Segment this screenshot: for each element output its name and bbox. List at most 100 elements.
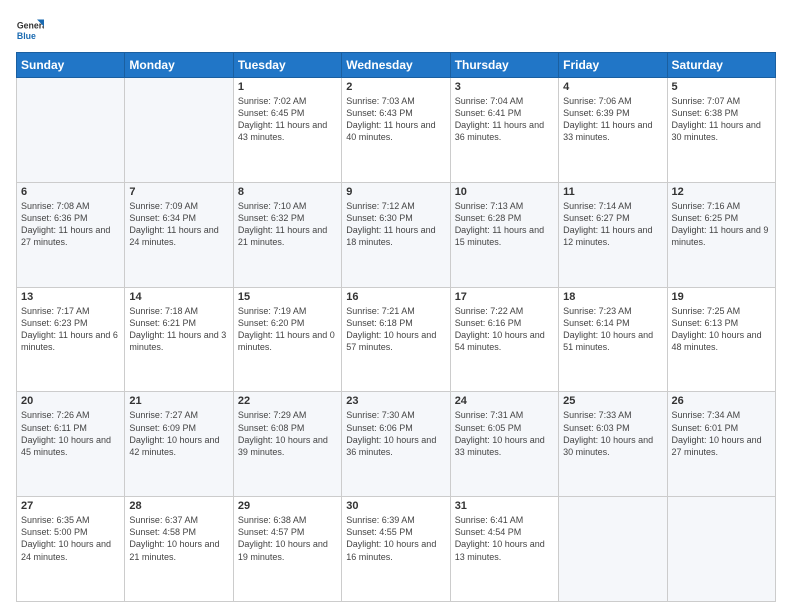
day-number: 29	[238, 500, 337, 512]
day-info: Sunrise: 7:31 AM Sunset: 6:05 PM Dayligh…	[455, 409, 554, 458]
day-info: Sunrise: 7:21 AM Sunset: 6:18 PM Dayligh…	[346, 305, 445, 354]
day-number: 11	[563, 186, 662, 198]
weekday-header-wednesday: Wednesday	[342, 53, 450, 78]
calendar-cell: 5 Sunrise: 7:07 AM Sunset: 6:38 PM Daylig…	[667, 78, 775, 183]
day-number: 10	[455, 186, 554, 198]
calendar-cell: 3 Sunrise: 7:04 AM Sunset: 6:41 PM Daylig…	[450, 78, 558, 183]
week-row-5: 27 Sunrise: 6:35 AM Sunset: 5:00 PM Dayli…	[17, 497, 776, 602]
day-number: 19	[672, 291, 771, 303]
day-info: Sunrise: 7:25 AM Sunset: 6:13 PM Dayligh…	[672, 305, 771, 354]
calendar-cell: 18 Sunrise: 7:23 AM Sunset: 6:14 PM Dayli…	[559, 287, 667, 392]
day-number: 30	[346, 500, 445, 512]
day-number: 6	[21, 186, 120, 198]
day-info: Sunrise: 7:17 AM Sunset: 6:23 PM Dayligh…	[21, 305, 120, 354]
day-number: 15	[238, 291, 337, 303]
day-info: Sunrise: 6:35 AM Sunset: 5:00 PM Dayligh…	[21, 514, 120, 563]
day-number: 1	[238, 81, 337, 93]
calendar-cell: 22 Sunrise: 7:29 AM Sunset: 6:08 PM Dayli…	[233, 392, 341, 497]
calendar-cell	[125, 78, 233, 183]
logo-icon: General Blue	[16, 16, 44, 44]
calendar-cell: 2Sunrise: 7:03 AM Sunset: 6:43 PM Daylig…	[342, 78, 450, 183]
calendar-cell: 15Sunrise: 7:19 AM Sunset: 6:20 PM Dayli…	[233, 287, 341, 392]
day-number: 26	[672, 395, 771, 407]
day-number: 18	[563, 291, 662, 303]
calendar-cell: 8 Sunrise: 7:10 AM Sunset: 6:32 PM Daylig…	[233, 182, 341, 287]
calendar-cell: 14Sunrise: 7:18 AM Sunset: 6:21 PM Dayli…	[125, 287, 233, 392]
calendar-cell: 24Sunrise: 7:31 AM Sunset: 6:05 PM Dayli…	[450, 392, 558, 497]
day-info: Sunrise: 7:26 AM Sunset: 6:11 PM Dayligh…	[21, 409, 120, 458]
weekday-header-thursday: Thursday	[450, 53, 558, 78]
week-row-3: 13Sunrise: 7:17 AM Sunset: 6:23 PM Dayli…	[17, 287, 776, 392]
day-info: Sunrise: 7:02 AM Sunset: 6:45 PM Dayligh…	[238, 95, 337, 144]
calendar-cell: 6Sunrise: 7:08 AM Sunset: 6:36 PM Daylig…	[17, 182, 125, 287]
day-info: Sunrise: 7:27 AM Sunset: 6:09 PM Dayligh…	[129, 409, 228, 458]
day-info: Sunrise: 6:39 AM Sunset: 4:55 PM Dayligh…	[346, 514, 445, 563]
calendar-cell: 17Sunrise: 7:22 AM Sunset: 6:16 PM Dayli…	[450, 287, 558, 392]
day-info: Sunrise: 7:29 AM Sunset: 6:08 PM Dayligh…	[238, 409, 337, 458]
calendar-cell: 9 Sunrise: 7:12 AM Sunset: 6:30 PM Daylig…	[342, 182, 450, 287]
weekday-header-saturday: Saturday	[667, 53, 775, 78]
day-info: Sunrise: 7:12 AM Sunset: 6:30 PM Dayligh…	[346, 200, 445, 249]
day-info: Sunrise: 6:38 AM Sunset: 4:57 PM Dayligh…	[238, 514, 337, 563]
day-number: 7	[129, 186, 228, 198]
day-number: 4	[563, 81, 662, 93]
calendar-cell: 12 Sunrise: 7:16 AM Sunset: 6:25 PM Dayli…	[667, 182, 775, 287]
calendar-table: SundayMondayTuesdayWednesdayThursdayFrid…	[16, 52, 776, 602]
day-info: Sunrise: 6:37 AM Sunset: 4:58 PM Dayligh…	[129, 514, 228, 563]
day-number: 9	[346, 186, 445, 198]
week-row-2: 6Sunrise: 7:08 AM Sunset: 6:36 PM Daylig…	[17, 182, 776, 287]
weekday-header-row: SundayMondayTuesdayWednesdayThursdayFrid…	[17, 53, 776, 78]
calendar-cell: 1 Sunrise: 7:02 AM Sunset: 6:45 PM Daylig…	[233, 78, 341, 183]
day-info: Sunrise: 7:07 AM Sunset: 6:38 PM Dayligh…	[672, 95, 771, 144]
calendar-cell: 19 Sunrise: 7:25 AM Sunset: 6:13 PM Dayli…	[667, 287, 775, 392]
calendar-cell	[559, 497, 667, 602]
calendar-cell: 21 Sunrise: 7:27 AM Sunset: 6:09 PM Dayli…	[125, 392, 233, 497]
day-number: 31	[455, 500, 554, 512]
day-number: 27	[21, 500, 120, 512]
header: General Blue	[16, 16, 776, 44]
calendar-cell: 29 Sunrise: 6:38 AM Sunset: 4:57 PM Dayli…	[233, 497, 341, 602]
weekday-header-friday: Friday	[559, 53, 667, 78]
day-number: 28	[129, 500, 228, 512]
day-number: 25	[563, 395, 662, 407]
calendar-cell	[17, 78, 125, 183]
calendar-cell: 30 Sunrise: 6:39 AM Sunset: 4:55 PM Dayli…	[342, 497, 450, 602]
day-info: Sunrise: 7:34 AM Sunset: 6:01 PM Dayligh…	[672, 409, 771, 458]
day-info: Sunrise: 7:30 AM Sunset: 6:06 PM Dayligh…	[346, 409, 445, 458]
calendar-cell: 13Sunrise: 7:17 AM Sunset: 6:23 PM Dayli…	[17, 287, 125, 392]
day-number: 12	[672, 186, 771, 198]
week-row-4: 20 Sunrise: 7:26 AM Sunset: 6:11 PM Dayli…	[17, 392, 776, 497]
day-info: Sunrise: 7:23 AM Sunset: 6:14 PM Dayligh…	[563, 305, 662, 354]
logo: General Blue	[16, 16, 48, 44]
day-info: Sunrise: 7:10 AM Sunset: 6:32 PM Dayligh…	[238, 200, 337, 249]
day-number: 21	[129, 395, 228, 407]
day-info: Sunrise: 7:03 AM Sunset: 6:43 PM Dayligh…	[346, 95, 445, 144]
calendar-cell	[667, 497, 775, 602]
calendar-cell: 31Sunrise: 6:41 AM Sunset: 4:54 PM Dayli…	[450, 497, 558, 602]
calendar-cell: 23Sunrise: 7:30 AM Sunset: 6:06 PM Dayli…	[342, 392, 450, 497]
day-number: 3	[455, 81, 554, 93]
day-number: 16	[346, 291, 445, 303]
calendar-cell: 26 Sunrise: 7:34 AM Sunset: 6:01 PM Dayli…	[667, 392, 775, 497]
day-number: 5	[672, 81, 771, 93]
calendar-cell: 20 Sunrise: 7:26 AM Sunset: 6:11 PM Dayli…	[17, 392, 125, 497]
day-number: 22	[238, 395, 337, 407]
calendar-cell: 4 Sunrise: 7:06 AM Sunset: 6:39 PM Daylig…	[559, 78, 667, 183]
weekday-header-monday: Monday	[125, 53, 233, 78]
day-info: Sunrise: 7:33 AM Sunset: 6:03 PM Dayligh…	[563, 409, 662, 458]
day-info: Sunrise: 7:16 AM Sunset: 6:25 PM Dayligh…	[672, 200, 771, 249]
day-info: Sunrise: 7:06 AM Sunset: 6:39 PM Dayligh…	[563, 95, 662, 144]
weekday-header-tuesday: Tuesday	[233, 53, 341, 78]
day-number: 20	[21, 395, 120, 407]
week-row-1: 1 Sunrise: 7:02 AM Sunset: 6:45 PM Daylig…	[17, 78, 776, 183]
day-number: 17	[455, 291, 554, 303]
page: General Blue SundayMondayTuesdayWednesda…	[0, 0, 792, 612]
svg-text:Blue: Blue	[17, 31, 36, 41]
day-info: Sunrise: 7:04 AM Sunset: 6:41 PM Dayligh…	[455, 95, 554, 144]
calendar-cell: 11 Sunrise: 7:14 AM Sunset: 6:27 PM Dayli…	[559, 182, 667, 287]
calendar-cell: 27 Sunrise: 6:35 AM Sunset: 5:00 PM Dayli…	[17, 497, 125, 602]
day-info: Sunrise: 7:09 AM Sunset: 6:34 PM Dayligh…	[129, 200, 228, 249]
calendar-cell: 16 Sunrise: 7:21 AM Sunset: 6:18 PM Dayli…	[342, 287, 450, 392]
day-number: 8	[238, 186, 337, 198]
day-info: Sunrise: 7:14 AM Sunset: 6:27 PM Dayligh…	[563, 200, 662, 249]
